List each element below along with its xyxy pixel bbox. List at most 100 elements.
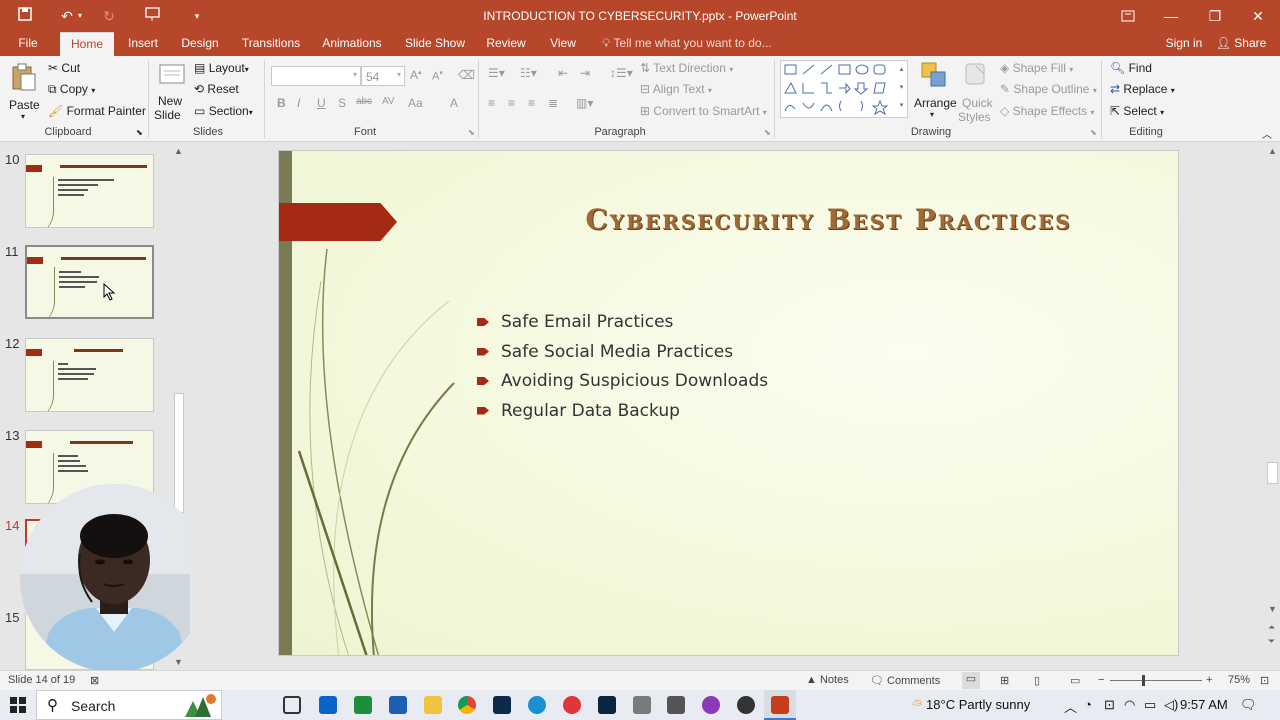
calculator-icon[interactable] xyxy=(667,696,685,714)
close-button[interactable]: ✕ xyxy=(1236,0,1280,32)
format-painter-button[interactable]: 🖌︎ Format Painter xyxy=(48,104,146,118)
tab-review[interactable]: Review xyxy=(482,32,530,56)
copy-button[interactable]: ⧉ Copy ▾ xyxy=(48,82,95,97)
shape-effects-button[interactable]: ◇ Shape Effects ▾ xyxy=(1000,104,1094,118)
replace-button[interactable]: ⇄ Replace ▾ xyxy=(1110,82,1175,96)
shapes-scroll-icon[interactable]: ▴ ▾ ▾ xyxy=(897,61,906,117)
pen-tool-icon[interactable] xyxy=(633,696,651,714)
shapes-gallery[interactable]: ▴ ▾ ▾ xyxy=(780,60,908,118)
underline-button[interactable]: U xyxy=(317,96,326,110)
font-size-field[interactable]: 54 ▾ xyxy=(361,66,405,86)
battery-icon[interactable]: ▭ xyxy=(1144,697,1156,713)
paragraph-launcher-icon[interactable]: ⬊ xyxy=(764,128,771,137)
reading-view-icon[interactable]: ▯ xyxy=(1034,674,1040,687)
italic-button[interactable]: I xyxy=(297,96,300,110)
next-slide-icon[interactable]: ⏷ xyxy=(1268,636,1275,647)
new-slide-button[interactable]: New Slide xyxy=(154,60,190,122)
increase-indent-icon[interactable]: ⇥ xyxy=(580,66,590,80)
character-spacing-button[interactable]: AV xyxy=(382,96,395,107)
show-hidden-icons[interactable]: ︿ xyxy=(1064,697,1077,716)
cut-button[interactable]: ✂︎ Cut xyxy=(48,61,80,75)
zoom-out-button[interactable]: − xyxy=(1098,674,1104,686)
previous-slide-icon[interactable]: ⏶ xyxy=(1268,622,1275,633)
align-center-icon[interactable]: ≡ xyxy=(508,96,515,110)
reset-button[interactable]: ⟲ Reset xyxy=(194,82,239,96)
paste-button[interactable]: Paste ▾ xyxy=(6,60,42,122)
bold-button[interactable]: B xyxy=(277,96,286,110)
decrease-indent-icon[interactable]: ⇤ xyxy=(558,66,568,80)
tab-home[interactable]: Home xyxy=(60,32,114,56)
screen-recorder-icon[interactable] xyxy=(563,696,581,714)
task-view-icon[interactable] xyxy=(283,696,301,714)
ribbon-display-options-icon[interactable] xyxy=(1106,0,1150,32)
slide-vertical-scrollbar[interactable] xyxy=(1265,143,1280,670)
find-button[interactable]: 🔍︎ Find xyxy=(1110,61,1152,75)
zoom-slider-thumb[interactable] xyxy=(1142,675,1145,686)
comments-button[interactable]: 🗨︎ Comments xyxy=(870,674,940,687)
tab-animations[interactable]: Animations xyxy=(318,32,386,56)
photoshop-icon[interactable] xyxy=(493,696,511,714)
slide-bullet-list[interactable]: Safe Email Practices Safe Social Media P… xyxy=(477,311,768,429)
slide-thumbnail[interactable] xyxy=(25,154,154,228)
align-right-icon[interactable]: ≡ xyxy=(528,96,535,110)
tell-me-box[interactable]: 💡︎ Tell me what you want to do... xyxy=(602,32,772,56)
restore-button[interactable]: ❐ xyxy=(1193,0,1237,32)
edge-icon[interactable] xyxy=(528,696,546,714)
settings-icon[interactable] xyxy=(702,696,720,714)
start-button[interactable] xyxy=(10,697,26,713)
notes-button[interactable]: ▲ Notes xyxy=(806,674,849,686)
text-shadow-button[interactable]: S xyxy=(338,96,346,110)
text-direction-button[interactable]: ⇅ Text Direction ▾ xyxy=(640,61,733,75)
shape-outline-button[interactable]: ✎ Shape Outline ▾ xyxy=(1000,82,1097,96)
decrease-font-size-icon[interactable]: A▾ xyxy=(432,69,443,83)
tab-design[interactable]: Design xyxy=(177,32,223,56)
file-explorer-icon[interactable] xyxy=(424,696,442,714)
scroll-down-icon[interactable]: ▼ xyxy=(174,657,183,667)
strikethrough-button[interactable]: abc xyxy=(356,96,372,107)
line-spacing-icon[interactable]: ↕☰▾ xyxy=(610,66,633,80)
normal-view-icon[interactable]: ▭ xyxy=(962,672,980,689)
thumbnail-scroll-thumb[interactable] xyxy=(174,393,184,513)
current-slide[interactable]: Cybersecurity Best Practices Safe Email … xyxy=(278,150,1179,656)
browser-icon[interactable] xyxy=(737,696,755,714)
chrome-icon[interactable] xyxy=(458,696,476,714)
clock[interactable]: 9:57 AM xyxy=(1180,697,1228,712)
clear-formatting-icon[interactable]: ⌫ xyxy=(458,68,475,82)
powerpoint-taskbar-icon[interactable] xyxy=(764,690,796,720)
scroll-down-icon[interactable]: ▼ xyxy=(1268,604,1277,614)
scroll-up-icon[interactable]: ▲ xyxy=(1268,146,1277,156)
spell-check-icon[interactable]: ⊠ xyxy=(90,674,99,687)
section-button[interactable]: ▭ Section▾ xyxy=(194,104,253,118)
tab-transitions[interactable]: Transitions xyxy=(238,32,304,56)
layout-button[interactable]: ▤ Layout▾ xyxy=(194,61,249,75)
store-icon[interactable] xyxy=(389,696,407,714)
sign-in-link[interactable]: Sign in xyxy=(1160,32,1208,56)
camera-icon[interactable]: ⊡ xyxy=(1104,697,1115,713)
convert-smartart-button[interactable]: ⊞ Convert to SmartArt ▾ xyxy=(640,104,767,118)
justify-icon[interactable]: ≣ xyxy=(548,96,558,110)
tab-slide-show[interactable]: Slide Show xyxy=(402,32,468,56)
slide-sorter-icon[interactable]: ⊞ xyxy=(1000,674,1009,687)
font-launcher-icon[interactable]: ⬊ xyxy=(468,128,475,137)
zoom-slider[interactable] xyxy=(1110,680,1202,681)
arrange-button[interactable]: Arrange ▾ xyxy=(912,60,957,122)
slide-title[interactable]: Cybersecurity Best Practices xyxy=(479,203,1178,236)
quick-styles-button[interactable]: Quick Styles xyxy=(958,60,994,124)
notepad-app-icon[interactable] xyxy=(354,696,372,714)
align-text-button[interactable]: ⊟ Align Text ▾ xyxy=(640,82,712,96)
wifi-icon[interactable]: ◠ xyxy=(1124,697,1135,713)
slide-thumbnail-selected[interactable] xyxy=(25,245,154,319)
tab-file[interactable]: File xyxy=(8,32,48,56)
tab-insert[interactable]: Insert xyxy=(122,32,164,56)
zoom-in-button[interactable]: + xyxy=(1206,674,1212,686)
scroll-up-icon[interactable]: ▲ xyxy=(174,146,183,156)
lightroom-icon[interactable] xyxy=(598,696,616,714)
weather-widget[interactable]: ⛅︎ 18°C Partly sunny xyxy=(912,697,1030,713)
change-case-button[interactable]: Aa xyxy=(408,96,423,110)
numbering-icon[interactable]: ☷▾ xyxy=(520,66,537,80)
shape-fill-button[interactable]: ◈ Shape Fill ▾ xyxy=(1000,61,1073,75)
drawing-launcher-icon[interactable]: ⬊ xyxy=(1090,128,1097,137)
share-button[interactable]: 👤︎ Share xyxy=(1212,32,1270,56)
fit-slide-icon[interactable]: ⊡ xyxy=(1260,674,1269,687)
tab-view[interactable]: View xyxy=(545,32,581,56)
